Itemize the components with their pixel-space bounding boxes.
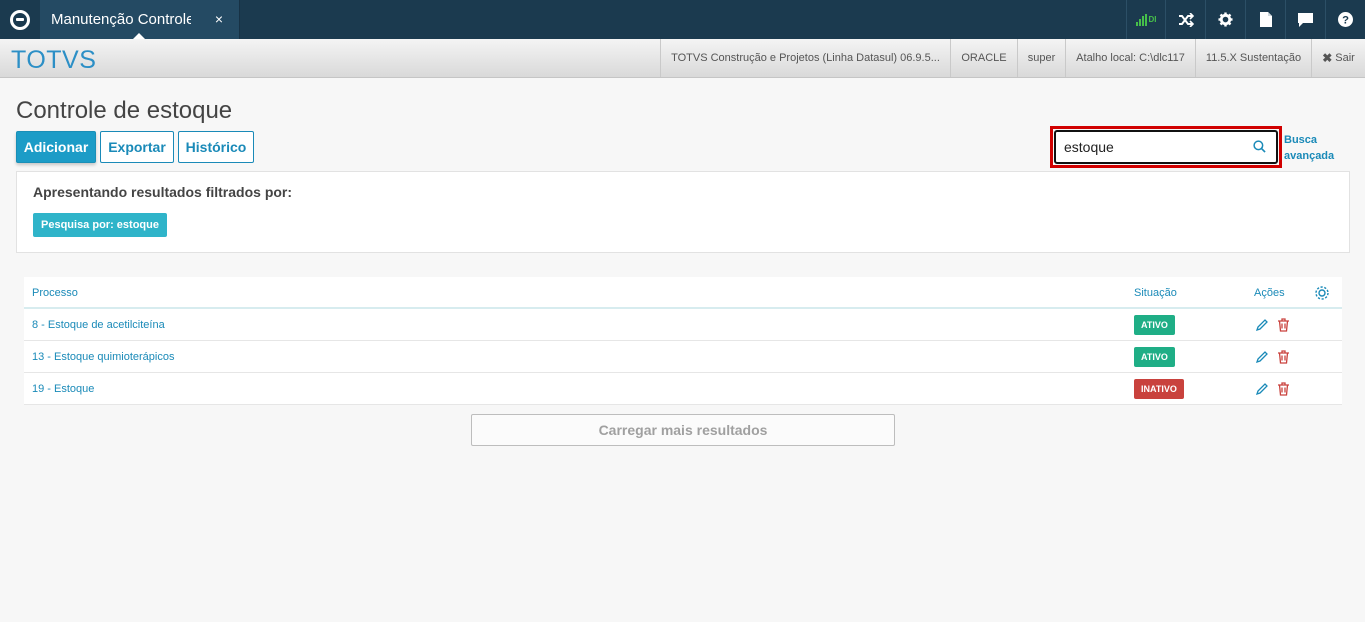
brand-logo: TOTVS: [11, 46, 97, 74]
trash-icon[interactable]: [1277, 350, 1290, 364]
signal-label: DI: [1148, 15, 1157, 24]
exit-button[interactable]: ✖ Sair: [1311, 39, 1365, 77]
search-icon[interactable]: [1253, 140, 1266, 153]
status-badge: INATIVO: [1134, 379, 1184, 399]
filter-tag[interactable]: Pesquisa por: estoque: [33, 213, 167, 237]
process-link[interactable]: 13 - Estoque quimioterápicos: [32, 351, 174, 363]
advanced-search-link[interactable]: Busca avançada: [1284, 132, 1334, 164]
logo-icon[interactable]: [0, 0, 39, 39]
trash-icon[interactable]: [1277, 318, 1290, 332]
help-glyph: ?: [1342, 15, 1349, 27]
edit-icon[interactable]: [1255, 382, 1269, 396]
status-badge: ATIVO: [1134, 315, 1175, 335]
process-link[interactable]: 8 - Estoque de acetilciteína: [32, 319, 165, 331]
help-icon[interactable]: ?: [1325, 0, 1365, 39]
page-title: Controle de estoque: [16, 97, 233, 124]
close-icon[interactable]: ×: [215, 11, 223, 27]
edit-icon[interactable]: [1255, 350, 1269, 364]
trash-icon[interactable]: [1277, 382, 1290, 396]
top-bar: Manutenção Controle c × DI ?: [0, 0, 1365, 40]
shortcut-info: Atalho local: C:\dlc117: [1065, 39, 1195, 77]
table-row: 8 - Estoque de acetilciteína ATIVO: [24, 309, 1342, 341]
column-process[interactable]: Processo: [32, 287, 78, 299]
document-icon[interactable]: [1245, 0, 1285, 39]
add-button[interactable]: Adicionar: [16, 131, 96, 163]
shuffle-icon[interactable]: [1165, 0, 1205, 39]
export-button[interactable]: Exportar: [100, 131, 174, 163]
process-link[interactable]: 19 - Estoque: [32, 383, 94, 395]
chat-icon[interactable]: [1285, 0, 1325, 39]
filter-panel: Apresentando resultados filtrados por: P…: [16, 171, 1350, 253]
filter-title: Apresentando resultados filtrados por:: [33, 184, 293, 200]
table-row: 19 - Estoque INATIVO: [24, 373, 1342, 405]
database-info: ORACLE: [950, 39, 1017, 77]
gear-icon[interactable]: [1205, 0, 1245, 39]
table-row: 13 - Estoque quimioterápicos ATIVO: [24, 341, 1342, 373]
header-bar: TOTVS TOTVS Construção e Projetos (Linha…: [0, 39, 1365, 78]
advanced-search-line1: Busca: [1284, 134, 1318, 146]
history-button[interactable]: Histórico: [178, 131, 254, 163]
exit-label: Sair: [1335, 52, 1355, 64]
gear-icon[interactable]: [1314, 285, 1330, 301]
product-info: TOTVS Construção e Projetos (Linha Datas…: [660, 39, 950, 77]
search-input[interactable]: estoque: [1054, 130, 1278, 164]
tab-label: Manutenção Controle c: [51, 11, 191, 28]
column-status[interactable]: Situação: [1134, 287, 1177, 299]
column-actions: Ações: [1254, 287, 1285, 299]
close-icon: ✖: [1322, 51, 1333, 65]
load-more-button[interactable]: Carregar mais resultados: [471, 414, 895, 446]
process-table: Processo Situação Ações 8 - Estoque de a…: [24, 277, 1342, 405]
version-info: 11.5.X Sustentação: [1195, 39, 1311, 77]
signal-icon[interactable]: DI: [1126, 0, 1165, 39]
advanced-search-line2: avançada: [1284, 150, 1335, 162]
status-badge: ATIVO: [1134, 347, 1175, 367]
table-header: Processo Situação Ações: [24, 277, 1342, 309]
search-value: estoque: [1064, 139, 1114, 155]
user-info: super: [1017, 39, 1065, 77]
edit-icon[interactable]: [1255, 318, 1269, 332]
tab-manutencao-controle[interactable]: Manutenção Controle c ×: [40, 0, 240, 40]
